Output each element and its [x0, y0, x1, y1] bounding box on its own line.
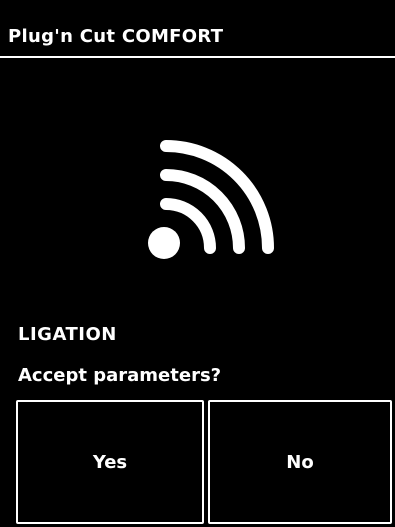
signal-dot — [148, 227, 180, 259]
title-bar: Plug'n Cut COMFORT — [0, 0, 395, 58]
accept-parameters-prompt: Accept parameters? — [18, 365, 222, 386]
yes-button[interactable]: Yes — [16, 400, 204, 524]
mode-label: LIGATION — [18, 324, 117, 345]
wireless-signal-icon — [148, 140, 274, 259]
no-button[interactable]: No — [208, 400, 392, 524]
device-title: Plug'n Cut COMFORT — [8, 26, 224, 47]
title-divider — [0, 56, 395, 58]
